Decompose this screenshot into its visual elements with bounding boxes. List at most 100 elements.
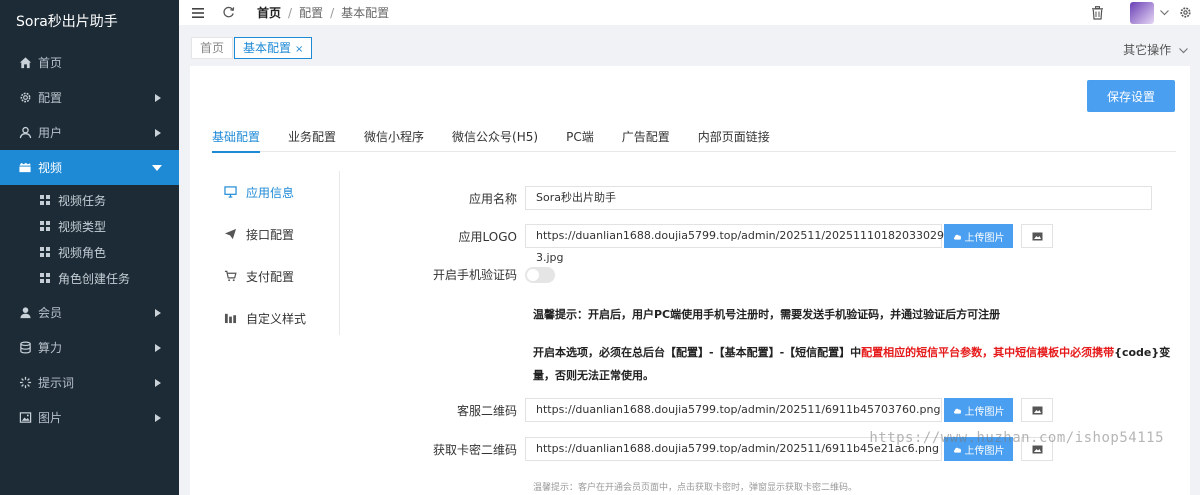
- side-item-custom-style[interactable]: 自定义样式: [212, 297, 339, 339]
- watermark: https://www.huzhan.com/ishop54115: [869, 430, 1164, 446]
- settings-gear-icon[interactable]: [1179, 6, 1192, 19]
- video-icon: [18, 161, 32, 175]
- app-name-label: 应用名称: [468, 191, 517, 206]
- page-tab-basic-config[interactable]: 基本配置 ×: [234, 37, 313, 59]
- grid-icon: [40, 247, 50, 257]
- breadcrumb-home[interactable]: 首页: [257, 4, 281, 21]
- app-name-input[interactable]: Sora秒出片助手: [525, 186, 1152, 210]
- caret-right-icon: [155, 308, 161, 317]
- sidebar-item-prompts[interactable]: 提示词: [0, 365, 179, 400]
- trash-icon[interactable]: [1091, 5, 1104, 20]
- image-preview-icon: [1032, 406, 1043, 415]
- grid-icon: [40, 273, 50, 283]
- app-logo-input[interactable]: https://duanlian1688.doujia5799.top/admi…: [525, 224, 965, 264]
- tab-wechat-miniprogram[interactable]: 微信小程序: [364, 128, 424, 152]
- form-row-app-logo: 应用LOGO https://duanlian1688.doujia5799.t…: [340, 224, 1053, 264]
- send-icon: [222, 228, 238, 240]
- sidebar-item-label: 会员: [38, 306, 63, 320]
- form-row-service-qr: 客服二维码 https://duanlian1688.doujia5799.to…: [340, 398, 1053, 422]
- grid-icon: [40, 195, 50, 205]
- sidebar-item-label: 配置: [38, 91, 63, 105]
- sms-tip-1: 温馨提示：开启后，用户PC端使用手机号注册时，需要发送手机验证码，并通过验证后方…: [533, 308, 1001, 321]
- tab-basic-config[interactable]: 基础配置: [212, 128, 261, 153]
- breadcrumb-config[interactable]: 配置: [299, 4, 323, 21]
- sidebar-subitem-label: 视频类型: [58, 219, 107, 234]
- refresh-icon[interactable]: [221, 6, 235, 20]
- sidebar-item-label: 提示词: [38, 376, 75, 390]
- upload-service-qr-button[interactable]: 上传图片: [944, 398, 1013, 422]
- service-qr-input[interactable]: https://duanlian1688.doujia5799.top/admi…: [525, 398, 942, 422]
- tab-business-config[interactable]: 业务配置: [288, 128, 336, 152]
- config-side-menu: 应用信息 接口配置 支付配置 自定义样式: [212, 171, 340, 335]
- upload-logo-button[interactable]: 上传图片: [944, 224, 1013, 248]
- caret-right-icon: [155, 128, 161, 137]
- config-tabs: 基础配置 业务配置 微信小程序 微信公众号(H5) PC端 广告配置 内部页面链…: [212, 128, 1176, 153]
- preview-service-qr-button[interactable]: [1021, 398, 1053, 422]
- sidebar-subitem-label: 视频角色: [58, 245, 107, 260]
- breadcrumb: 首页 / 配置 / 基本配置: [257, 4, 390, 21]
- home-icon: [18, 56, 32, 70]
- cloud-upload-icon: [953, 446, 962, 453]
- sidebar-subitem-video-roles[interactable]: 视频角色: [0, 239, 179, 265]
- tab-ads-config[interactable]: 广告配置: [622, 128, 670, 152]
- caret-right-icon: [155, 413, 161, 422]
- sidebar-subitem-label: 视频任务: [58, 193, 107, 208]
- image-preview-icon: [1032, 232, 1043, 241]
- form-row-app-name: 应用名称 Sora秒出片助手: [340, 186, 1152, 210]
- image-icon: [18, 411, 32, 425]
- cloud-upload-icon: [953, 233, 962, 240]
- cart-icon: [222, 270, 238, 282]
- caret-right-icon: [155, 343, 161, 352]
- chevron-down-icon[interactable]: [1160, 9, 1169, 16]
- preview-logo-button[interactable]: [1021, 224, 1053, 248]
- tab-pc[interactable]: PC端: [566, 128, 594, 152]
- sidebar: Sora秒出片助手 首页 配置 用户 视频 视频任务 视频类型 视频角色 角色创…: [0, 0, 179, 495]
- gear-icon: [18, 91, 32, 105]
- side-item-app-info[interactable]: 应用信息: [212, 171, 339, 213]
- tab-wechat-official-account[interactable]: 微信公众号(H5): [452, 128, 538, 152]
- top-bar: 首页 / 配置 / 基本配置: [179, 0, 1200, 25]
- page-tab-strip: 首页 基本配置 × 其它操作: [179, 31, 1200, 64]
- app-logo-label: 应用LOGO: [458, 229, 517, 244]
- database-icon: [18, 341, 32, 355]
- sidebar-subitem-video-tasks[interactable]: 视频任务: [0, 187, 179, 213]
- sidebar-item-config[interactable]: 配置: [0, 80, 179, 115]
- sidebar-item-label: 算力: [38, 341, 63, 355]
- sidebar-item-user[interactable]: 用户: [0, 115, 179, 150]
- user-icon: [18, 126, 32, 140]
- avatar[interactable]: [1130, 1, 1154, 24]
- card-qr-tip: 温馨提示：客户在开通会员页面中，点击获取卡密时，弹窗显示获取卡密二维码。: [533, 483, 858, 493]
- side-item-api-config[interactable]: 接口配置: [212, 213, 339, 255]
- chevron-down-icon: [1179, 43, 1188, 57]
- sidebar-item-home[interactable]: 首页: [0, 45, 179, 80]
- member-icon: [18, 306, 32, 320]
- sms-tip-2: 开启本选项，必须在总后台【配置】-【基本配置】-【短信配置】中配置相应的短信平台…: [533, 346, 1171, 382]
- save-settings-button[interactable]: 保存设置: [1087, 80, 1175, 112]
- sidebar-item-compute[interactable]: 算力: [0, 330, 179, 365]
- sidebar-item-images[interactable]: 图片: [0, 400, 179, 435]
- card-qr-label: 获取卡密二维码: [432, 442, 517, 457]
- monitor-icon: [222, 186, 238, 198]
- close-icon[interactable]: ×: [295, 44, 303, 55]
- video-submenu: 视频任务 视频类型 视频角色 角色创建任务: [0, 185, 179, 295]
- more-operations-dropdown[interactable]: 其它操作: [1123, 41, 1188, 58]
- page-tab-home[interactable]: 首页: [191, 37, 234, 59]
- form-row-sms-verify: 开启手机验证码: [340, 266, 555, 283]
- grid-icon: [40, 221, 50, 231]
- service-qr-label: 客服二维码: [456, 403, 517, 418]
- sidebar-item-video[interactable]: 视频: [0, 150, 179, 185]
- app-title: Sora秒出片助手: [16, 14, 118, 30]
- sidebar-item-member[interactable]: 会员: [0, 295, 179, 330]
- sidebar-item-label: 首页: [38, 56, 63, 70]
- caret-down-icon: [152, 164, 162, 171]
- caret-right-icon: [155, 93, 161, 102]
- tab-internal-links[interactable]: 内部页面链接: [698, 128, 770, 152]
- caret-right-icon: [155, 378, 161, 387]
- sidebar-subitem-video-types[interactable]: 视频类型: [0, 213, 179, 239]
- sms-verify-toggle[interactable]: [525, 266, 555, 283]
- menu-toggle-icon[interactable]: [191, 6, 205, 20]
- sidebar-subitem-role-create-tasks[interactable]: 角色创建任务: [0, 265, 179, 291]
- sidebar-item-label: 视频: [38, 161, 63, 175]
- side-item-payment-config[interactable]: 支付配置: [212, 255, 339, 297]
- breadcrumb-basic-config: 基本配置: [341, 6, 390, 20]
